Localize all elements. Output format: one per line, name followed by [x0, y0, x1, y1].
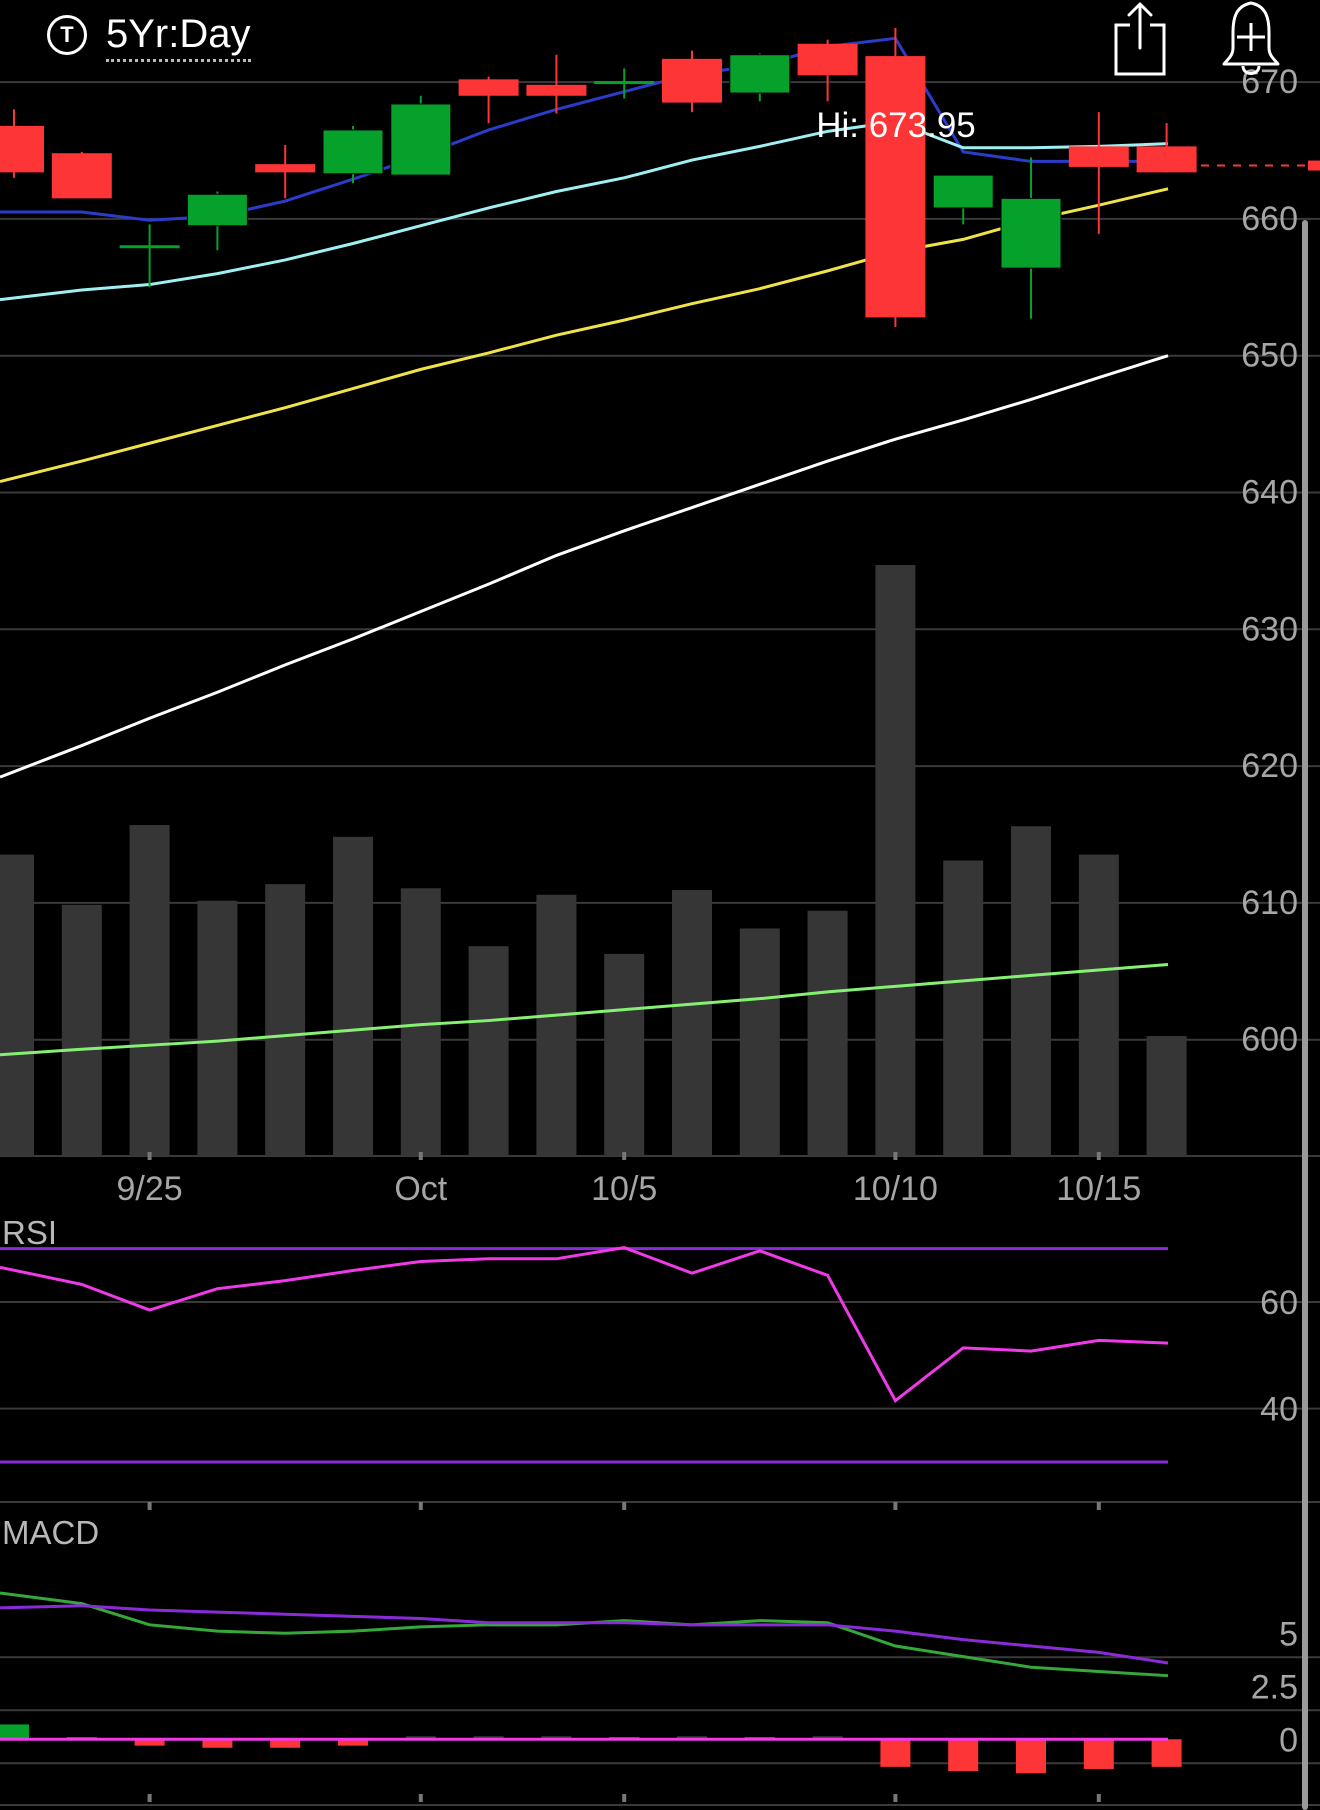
price-tick-label: 630	[1241, 610, 1298, 648]
macd-tick-label: 5	[1279, 1615, 1298, 1653]
x-tick-label: Oct	[394, 1170, 447, 1208]
rsi-panel: RSI 60 40	[0, 1214, 1320, 1503]
volume-bar	[61, 904, 102, 1156]
candle-body	[119, 245, 180, 249]
x-tick-label: 10/5	[591, 1170, 657, 1208]
high-price-label: Hi: 673.95	[816, 106, 976, 145]
macd-histogram-bar	[880, 1739, 911, 1767]
rsi-tick-label: 60	[1260, 1284, 1298, 1322]
volume-bar	[1078, 854, 1119, 1156]
volume-bars	[0, 565, 1187, 1156]
macd-panel: MACD 5 2.5 0	[0, 1514, 1320, 1806]
macd-histogram-bar	[0, 1724, 29, 1740]
candle-body	[186, 193, 248, 227]
last-price-marker	[1308, 160, 1320, 171]
candle-body	[526, 84, 587, 96]
volume-bar	[807, 910, 848, 1156]
volume-bar	[536, 894, 577, 1156]
candle-body	[1136, 146, 1197, 173]
candle-body	[865, 56, 926, 318]
volume-bar	[197, 900, 238, 1156]
price-tick-label: 660	[1241, 200, 1298, 238]
stock-chart: Hi: 673.95 RSI6040 MACD52.50 67066065064…	[0, 28, 1320, 1810]
volume-bar	[604, 953, 645, 1156]
moving-average-line	[0, 187, 1169, 484]
volume-bar	[265, 884, 306, 1156]
macd-histogram-bar	[1151, 1739, 1182, 1767]
volume-bar	[1146, 1036, 1187, 1156]
rsi-line	[0, 1246, 1169, 1403]
moving-average-line	[0, 120, 1169, 302]
price-tick-label: 600	[1241, 1021, 1298, 1059]
share-icon[interactable]	[1110, 0, 1170, 80]
bell-plus-icon[interactable]	[1218, 0, 1284, 80]
candle-body	[932, 174, 994, 209]
candle-body	[322, 129, 384, 175]
candle-body	[390, 103, 452, 176]
macd-signal-line	[0, 1604, 1169, 1665]
price-tick-label: 640	[1241, 473, 1298, 511]
macd-histogram-bar	[948, 1739, 979, 1772]
macd-line	[0, 1591, 1169, 1678]
volume-bar	[672, 890, 712, 1156]
candle-body	[255, 164, 316, 173]
candle-body	[594, 81, 655, 85]
x-tick-label: 9/25	[117, 1170, 183, 1208]
price-tick-label: 610	[1241, 884, 1298, 922]
candle-body	[1068, 146, 1129, 167]
candle-body	[51, 153, 112, 199]
x-tick-label: 10/10	[853, 1170, 938, 1208]
volume-bar	[739, 928, 780, 1156]
volume-bar	[1011, 826, 1051, 1156]
x-tick-label: 10/15	[1056, 1170, 1141, 1208]
scrollbar[interactable]	[1302, 220, 1308, 1810]
price-tick-label: 650	[1241, 337, 1298, 375]
macd-tick-label: 0	[1279, 1721, 1298, 1759]
macd-histogram-bar	[1016, 1739, 1046, 1774]
rsi-tick-label: 40	[1260, 1391, 1298, 1429]
volume-bar	[333, 836, 373, 1156]
volume-bar	[0, 854, 34, 1156]
candle-body	[458, 79, 519, 96]
candle-body	[1000, 197, 1062, 269]
timeframe-selector[interactable]: 5Yr:Day	[106, 12, 251, 62]
volume-bar	[468, 946, 509, 1156]
candle-body	[0, 125, 44, 173]
moving-average-line	[0, 962, 1169, 1057]
rsi-title: RSI	[2, 1214, 57, 1251]
macd-tick-label: 2.5	[1251, 1668, 1298, 1706]
volume-bar	[129, 825, 170, 1156]
top-bar: T 5Yr:Day	[0, 0, 1320, 80]
volume-bar	[875, 565, 916, 1156]
volume-bar	[943, 860, 984, 1156]
macd-title: MACD	[2, 1514, 99, 1551]
price-tick-label: 620	[1241, 747, 1298, 785]
moving-average-line	[0, 354, 1169, 779]
timeframe-icon[interactable]: T	[47, 15, 87, 55]
macd-histogram-bar	[1083, 1739, 1114, 1769]
volume-bar	[400, 888, 441, 1156]
